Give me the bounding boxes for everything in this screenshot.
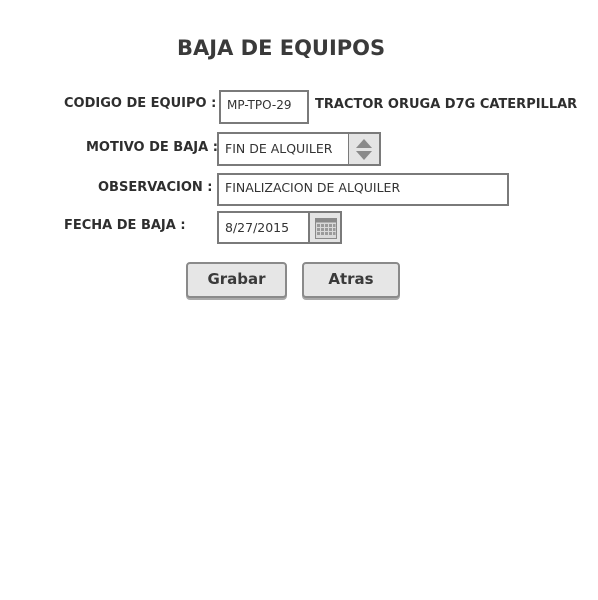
observacion-input[interactable]: FINALIZACION DE ALQUILER bbox=[217, 173, 509, 206]
calendar-icon bbox=[315, 218, 337, 239]
motivo-baja-value: FIN DE ALQUILER bbox=[225, 141, 333, 156]
calendar-button[interactable] bbox=[309, 211, 342, 244]
fecha-baja-label: FECHA DE BAJA : bbox=[64, 218, 186, 233]
fecha-baja-value: 8/27/2015 bbox=[225, 220, 290, 235]
arrow-down-icon[interactable] bbox=[356, 151, 372, 160]
observacion-value: FINALIZACION DE ALQUILER bbox=[225, 180, 401, 195]
motivo-baja-select[interactable]: FIN DE ALQUILER bbox=[217, 132, 350, 166]
codigo-equipo-value: MP-TPO-29 bbox=[227, 98, 292, 112]
codigo-equipo-label: CODIGO DE EQUIPO : bbox=[64, 96, 217, 111]
page-title: BAJA DE EQUIPOS bbox=[177, 36, 386, 60]
arrow-up-icon[interactable] bbox=[356, 139, 372, 148]
codigo-equipo-field[interactable]: MP-TPO-29 bbox=[219, 90, 309, 124]
grabar-button[interactable]: Grabar bbox=[186, 262, 287, 298]
atras-button[interactable]: Atras bbox=[302, 262, 400, 298]
equipo-descripcion: TRACTOR ORUGA D7G CATERPILLAR bbox=[315, 97, 578, 112]
motivo-baja-spinner[interactable] bbox=[348, 132, 381, 166]
motivo-baja-label: MOTIVO DE BAJA : bbox=[86, 140, 218, 155]
fecha-baja-input[interactable]: 8/27/2015 bbox=[217, 211, 310, 244]
observacion-label: OBSERVACION : bbox=[98, 180, 213, 195]
